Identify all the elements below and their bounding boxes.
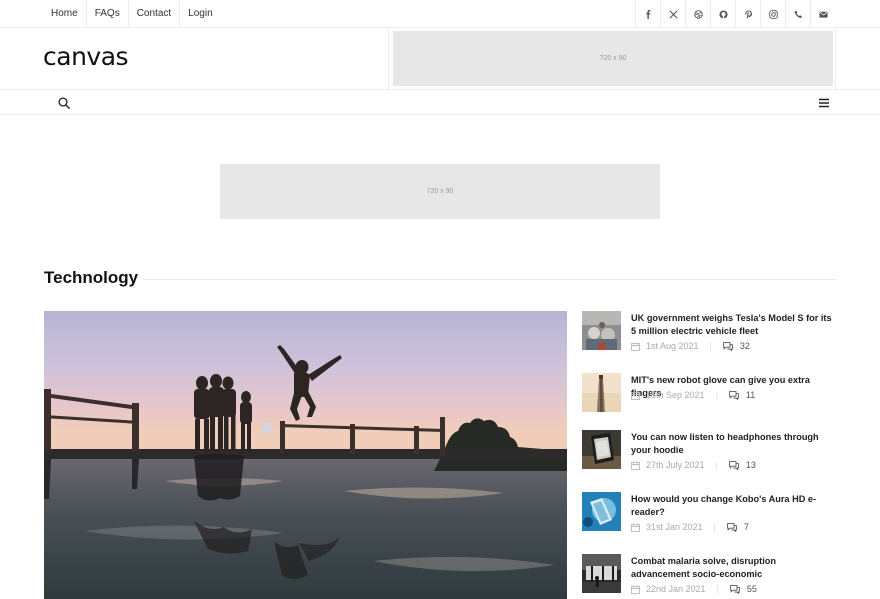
section-divider — [143, 279, 836, 280]
comment-count[interactable]: 13 — [746, 460, 756, 470]
featured-article-image[interactable] — [44, 311, 567, 599]
comment-count[interactable]: 7 — [744, 522, 749, 532]
phone-icon[interactable] — [786, 0, 811, 28]
dribbble-icon[interactable] — [686, 0, 711, 28]
comments-icon — [727, 522, 737, 532]
site-logo[interactable]: canvas — [43, 42, 129, 71]
calendar-icon — [631, 461, 640, 470]
article-thumbnail[interactable] — [582, 373, 621, 412]
instagram-icon[interactable] — [761, 0, 786, 28]
article-thumbnail[interactable] — [582, 430, 621, 469]
meta-separator: | — [715, 390, 718, 400]
meta-separator: | — [713, 522, 716, 532]
article-thumbnail[interactable] — [582, 311, 621, 350]
article-thumbnail[interactable] — [582, 492, 621, 531]
top-nav-login[interactable]: Login — [180, 0, 220, 28]
article-thumbnail[interactable] — [582, 554, 621, 593]
meta-separator: | — [715, 460, 718, 470]
article-date: 27th July 2021 — [646, 460, 705, 470]
article-date: 1st Aug 2021 — [646, 341, 699, 351]
x-icon[interactable] — [661, 0, 686, 28]
header-divider-right — [835, 28, 836, 90]
pinterest-icon[interactable] — [736, 0, 761, 28]
meta-separator: | — [716, 584, 719, 594]
search-icon[interactable] — [58, 96, 70, 109]
primary-nav-bar — [0, 90, 880, 115]
comments-icon — [729, 460, 739, 470]
section-title: Technology — [44, 268, 139, 287]
comments-icon — [730, 584, 740, 594]
top-bar: Home FAQs Contact Login — [0, 0, 880, 28]
header-divider — [388, 28, 389, 90]
article-date: 22nd Jan 2021 — [646, 584, 706, 594]
calendar-icon — [631, 523, 640, 532]
article-date: 31st Jan 2021 — [646, 522, 703, 532]
article-meta: 13th Sep 2021 | 11 — [631, 390, 755, 400]
article-title[interactable]: How would you change Kobo's Aura HD e-re… — [631, 493, 836, 519]
top-nav-contact[interactable]: Contact — [129, 0, 181, 28]
comments-icon — [723, 341, 733, 351]
comment-count[interactable]: 11 — [746, 390, 755, 400]
center-ad-banner[interactable]: 720 x 90 — [220, 164, 660, 219]
github-icon[interactable] — [711, 0, 736, 28]
comments-icon — [729, 390, 739, 400]
top-nav: Home FAQs Contact Login — [43, 0, 221, 28]
top-nav-faqs[interactable]: FAQs — [87, 0, 129, 28]
article-title[interactable]: UK government weighs Tesla's Model S for… — [631, 312, 836, 338]
calendar-icon — [631, 391, 640, 400]
facebook-icon[interactable] — [636, 0, 661, 28]
article-meta: 31st Jan 2021 | 7 — [631, 522, 749, 532]
site-header: canvas 720 x 90 — [0, 28, 880, 90]
article-title[interactable]: You can now listen to headphones through… — [631, 431, 836, 457]
calendar-icon — [631, 342, 640, 351]
calendar-icon — [631, 585, 640, 594]
article-meta: 22nd Jan 2021 | 55 — [631, 584, 757, 594]
comment-count[interactable]: 32 — [740, 341, 750, 351]
article-title[interactable]: Combat malaria solve, disruption advance… — [631, 555, 836, 581]
meta-separator: | — [709, 341, 712, 351]
email-icon[interactable] — [811, 0, 836, 28]
article-meta: 1st Aug 2021 | 32 — [631, 341, 750, 351]
comment-count[interactable]: 55 — [747, 584, 757, 594]
social-links — [635, 0, 836, 28]
header-ad-banner[interactable]: 720 x 90 — [393, 31, 833, 86]
hamburger-menu-icon[interactable] — [818, 96, 830, 108]
top-nav-home[interactable]: Home — [43, 0, 87, 28]
article-date: 13th Sep 2021 — [646, 390, 705, 400]
article-meta: 27th July 2021 | 13 — [631, 460, 756, 470]
